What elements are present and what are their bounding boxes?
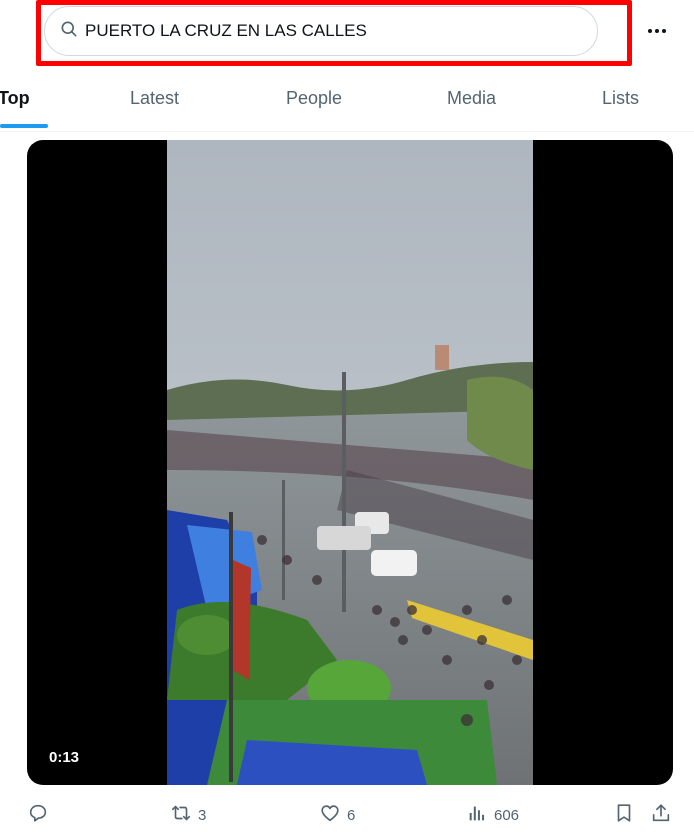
repost-button[interactable]: 3	[170, 802, 206, 828]
search-input[interactable]	[85, 21, 565, 41]
bookmark-button[interactable]	[613, 802, 635, 828]
like-button[interactable]: 6	[319, 802, 355, 828]
search-box[interactable]	[44, 6, 598, 56]
video-frame	[167, 140, 533, 785]
search-tabs: Top Latest People Media Lists	[0, 66, 694, 132]
share-button[interactable]	[650, 802, 672, 828]
more-options-button[interactable]	[638, 16, 676, 46]
active-tab-indicator	[0, 124, 48, 128]
heart-icon	[319, 802, 341, 828]
post-actions: 3 6 606	[0, 796, 694, 836]
video-duration: 0:13	[43, 747, 86, 768]
tab-people[interactable]: People	[286, 66, 342, 130]
tab-lists[interactable]: Lists	[602, 66, 639, 130]
reply-icon	[27, 802, 49, 828]
share-icon	[650, 802, 672, 828]
reply-button[interactable]	[27, 802, 55, 828]
tab-media[interactable]: Media	[447, 66, 496, 130]
views-count: 606	[494, 806, 520, 824]
search-icon	[59, 19, 79, 44]
video-player[interactable]: 0:13	[27, 140, 673, 785]
bookmark-icon	[613, 802, 635, 828]
repost-icon	[170, 802, 192, 828]
tab-top[interactable]: Top	[0, 66, 30, 130]
video-thumbnail	[167, 140, 533, 785]
tab-latest[interactable]: Latest	[130, 66, 179, 130]
repost-count: 3	[198, 806, 207, 824]
more-horizontal-icon	[648, 29, 652, 33]
views-button[interactable]: 606	[466, 802, 519, 828]
like-count: 6	[347, 806, 356, 824]
analytics-icon	[466, 802, 488, 828]
